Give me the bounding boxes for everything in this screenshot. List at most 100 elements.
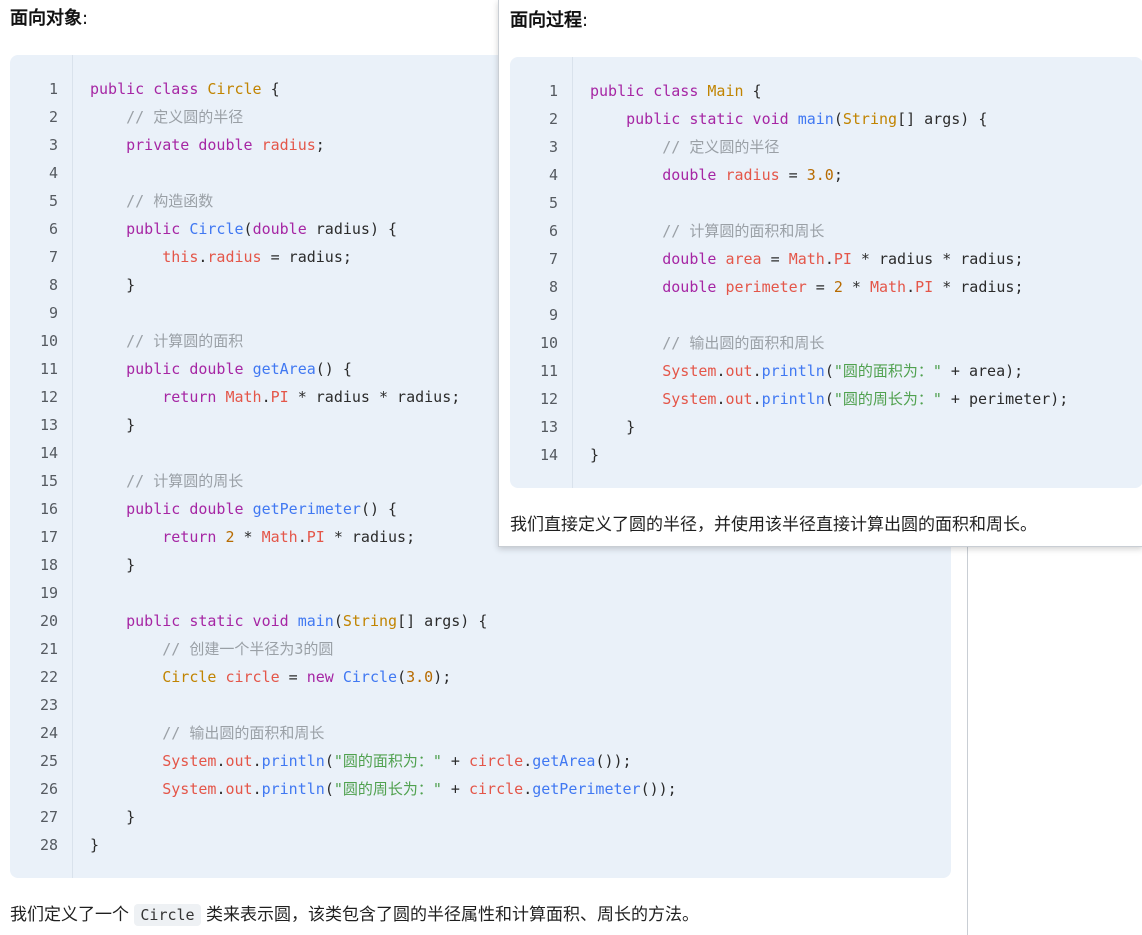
procedural-code-block[interactable]: 1 public class Main {2 public static void… xyxy=(510,57,1142,488)
code-line: 24 // 输出圆的面积和周长 xyxy=(10,719,951,747)
line-number: 8 xyxy=(48,276,58,294)
code-line: 14} xyxy=(510,441,1142,469)
code-token: ( xyxy=(324,780,334,798)
code-text: } xyxy=(90,551,135,579)
code-token: . xyxy=(252,752,262,770)
code-token: public xyxy=(126,220,190,238)
code-line: 6 // 计算圆的面积和周长 xyxy=(510,217,1142,245)
code-line: 5 xyxy=(510,189,1142,217)
code-token: return xyxy=(162,388,226,406)
line-number: 4 xyxy=(548,166,558,184)
code-token: String xyxy=(842,110,898,128)
code-text: this.radius = radius; xyxy=(90,243,352,271)
code-token: Math xyxy=(261,528,298,546)
code-text: public class Circle { xyxy=(90,75,280,103)
code-token: public class xyxy=(590,82,708,100)
code-token: . xyxy=(752,390,762,408)
code-line: 21 // 创建一个半径为3的圆 xyxy=(10,635,951,663)
line-number: 1 xyxy=(548,82,558,100)
code-token: . xyxy=(824,250,834,268)
line-number: 23 xyxy=(39,696,58,714)
code-text: public double getPerimeter() { xyxy=(90,495,397,523)
code-text: public double getArea() { xyxy=(90,355,352,383)
code-token: } xyxy=(90,416,136,434)
code-token: * xyxy=(234,528,262,546)
line-number: 26 xyxy=(39,780,58,798)
code-token: = xyxy=(806,278,834,296)
code-token: + xyxy=(441,780,469,798)
line-number: 22 xyxy=(39,668,58,686)
code-text: public static void main(String[] args) { xyxy=(590,105,987,133)
code-text: public class Main { xyxy=(590,77,762,105)
code-token: radius xyxy=(207,248,262,266)
code-line: 18 } xyxy=(10,551,951,579)
code-line: 27 } xyxy=(10,803,951,831)
code-token: 3.0 xyxy=(806,166,834,184)
code-token: out xyxy=(225,752,253,770)
code-token: println xyxy=(761,362,825,380)
code-token: new xyxy=(306,668,343,686)
line-number: 6 xyxy=(48,220,58,238)
code-token: PI xyxy=(306,528,325,546)
line-number: 24 xyxy=(39,724,58,742)
code-token: // 输出圆的面积和周长 xyxy=(162,724,325,742)
code-token: public double xyxy=(126,360,253,378)
procedural-description: 我们直接定义了圆的半径，并使用该半径直接计算出圆的面积和周长。 xyxy=(510,515,1037,535)
code-token: { xyxy=(261,80,280,98)
code-text: } xyxy=(90,271,135,299)
code-line: 8 double perimeter = 2 * Math.PI * radiu… xyxy=(510,273,1142,301)
code-text: // 计算圆的面积和周长 xyxy=(590,217,824,245)
code-text: public Circle(double radius) { xyxy=(90,215,397,243)
code-token: double xyxy=(662,250,726,268)
code-text: // 创建一个半径为3的圆 xyxy=(90,635,333,663)
code-token: println xyxy=(761,390,825,408)
line-number: 28 xyxy=(39,836,58,854)
line-number: 4 xyxy=(48,164,58,182)
code-text: return 2 * Math.PI * radius; xyxy=(90,523,415,551)
code-token: "圆的面积为：" xyxy=(333,752,442,770)
code-token: radius xyxy=(725,166,780,184)
code-token: ()); xyxy=(640,780,677,798)
code-token: Math xyxy=(788,250,825,268)
code-token: . xyxy=(261,388,271,406)
code-token: Circle xyxy=(207,80,262,98)
code-text: double perimeter = 2 * Math.PI * radius; xyxy=(590,273,1023,301)
line-number: 17 xyxy=(39,528,58,546)
line-number: 7 xyxy=(48,248,58,266)
code-token: String xyxy=(342,612,398,630)
code-token: out xyxy=(725,390,753,408)
line-number: 19 xyxy=(39,584,58,602)
code-line: 20 public static void main(String[] args… xyxy=(10,607,951,635)
code-line: 28} xyxy=(10,831,951,859)
code-token: + perimeter); xyxy=(941,390,1069,408)
code-token: ; xyxy=(833,166,843,184)
code-token: } xyxy=(590,446,600,464)
line-number: 11 xyxy=(539,362,558,380)
code-token: ; xyxy=(315,136,325,154)
code-token: { xyxy=(743,82,762,100)
code-token: out xyxy=(225,780,253,798)
code-token: ( xyxy=(824,390,834,408)
line-number: 1 xyxy=(48,80,58,98)
code-token: main xyxy=(797,110,834,128)
code-token: . xyxy=(906,278,916,296)
code-token: System xyxy=(662,362,717,380)
code-token: * radius * radius; xyxy=(288,388,461,406)
code-token: // 定义圆的半径 xyxy=(662,138,780,156)
code-text: public static void main(String[] args) { xyxy=(90,607,487,635)
code-token: public double xyxy=(126,500,253,518)
code-token: getArea xyxy=(252,360,316,378)
code-token: double xyxy=(662,278,726,296)
code-token: circle xyxy=(225,668,280,686)
code-token: // 定义圆的半径 xyxy=(126,108,244,126)
code-text: // 构造函数 xyxy=(90,187,213,215)
